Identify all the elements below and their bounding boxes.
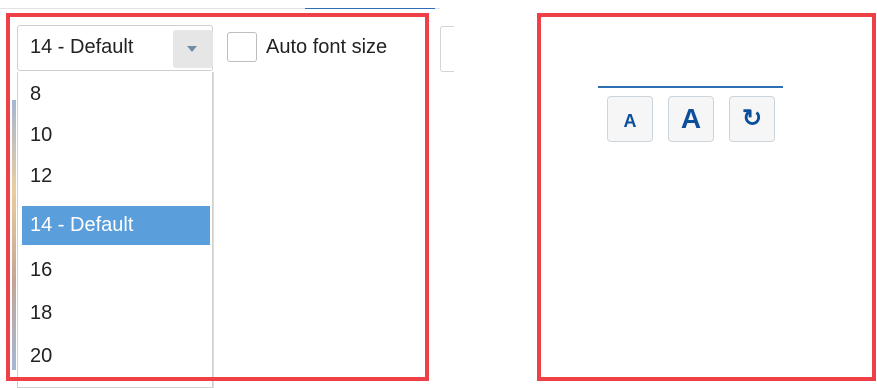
panel-gap	[440, 0, 540, 388]
highlight-frame-left	[6, 13, 429, 381]
highlight-frame-right	[537, 13, 876, 381]
truncated-control[interactable]	[440, 26, 454, 72]
toolbar-accent-line	[305, 8, 435, 9]
